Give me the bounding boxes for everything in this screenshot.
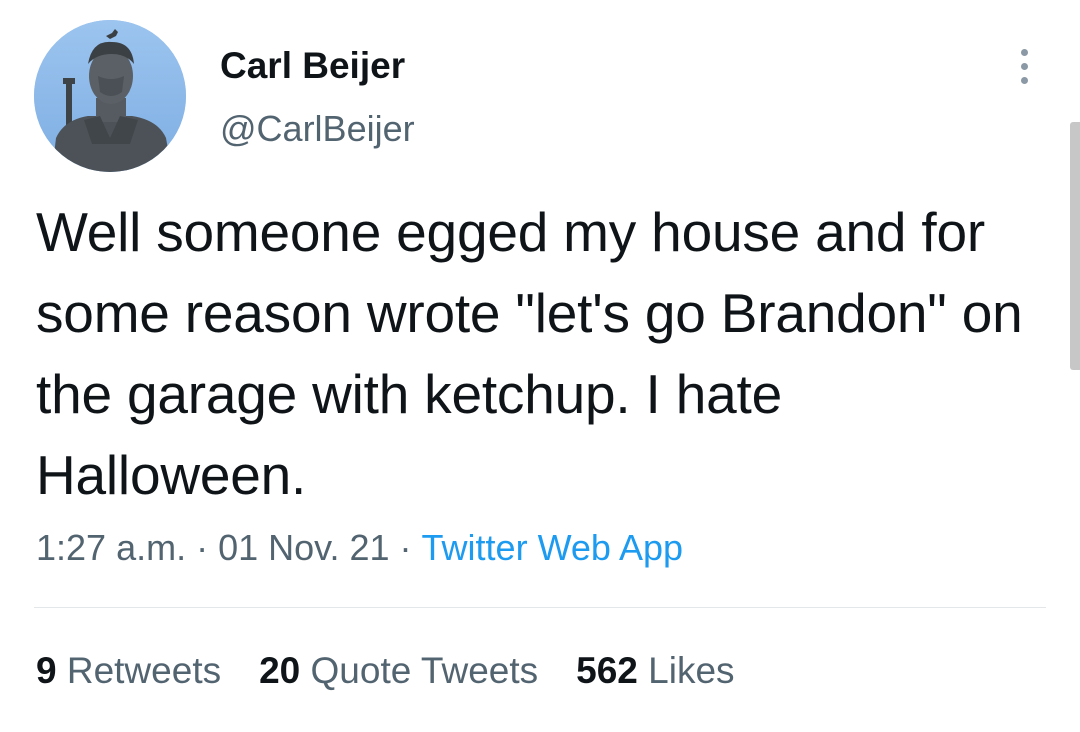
avatar[interactable] [34,20,186,172]
tweet-text: Well someone egged my house and for some… [36,201,1023,506]
tweet-time[interactable]: 1:27 a.m. [36,527,186,568]
retweets-count: 9 [36,650,57,691]
quote-tweets-count: 20 [259,650,301,691]
tweet-stats: 9 Retweets 20 Quote Tweets 562 Likes [36,648,735,694]
scrollbar-thumb[interactable] [1070,122,1080,370]
more-options-icon[interactable] [1004,42,1044,90]
meta-separator: · [196,527,209,568]
more-dot [1020,62,1028,70]
tweet-date[interactable]: 01 Nov. 21 [218,527,389,568]
meta-separator: · [399,527,412,568]
tweet-detail: Carl Beijer @CarlBeijer Well someone egg… [0,0,1080,732]
tweet-metadata: 1:27 a.m. · 01 Nov. 21 · Twitter Web App [36,526,683,570]
likes-stat[interactable]: 562 Likes [576,648,734,694]
author-handle[interactable]: @CarlBeijer [220,107,415,151]
divider [34,607,1046,608]
retweets-label: Retweets [66,650,222,691]
likes-count: 562 [576,650,638,691]
avatar-statue-image [34,20,186,172]
more-dot [1020,76,1028,84]
quote-tweets-label: Quote Tweets [310,650,539,691]
tweet-source-link[interactable]: Twitter Web App [422,527,683,568]
quote-tweets-stat[interactable]: 20 Quote Tweets [259,648,538,694]
retweets-stat[interactable]: 9 Retweets [36,648,221,694]
likes-label: Likes [648,650,735,691]
author-display-name[interactable]: Carl Beijer [220,44,405,88]
more-dot [1020,48,1028,56]
